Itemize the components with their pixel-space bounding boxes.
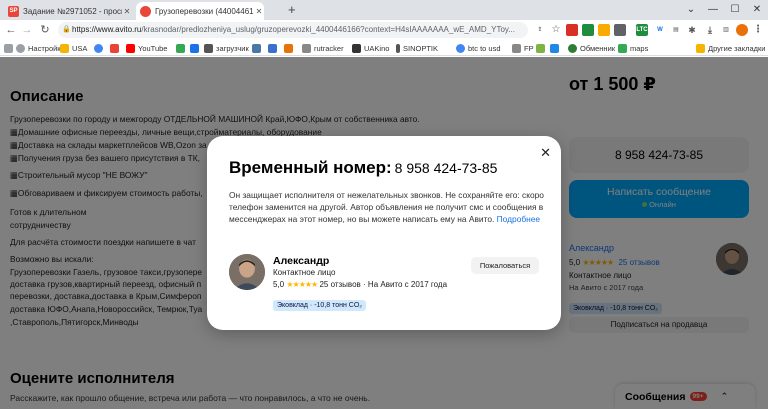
- tab-title: Грузоперевозки (4400446166): [155, 6, 254, 16]
- uakino-icon: [352, 43, 361, 53]
- modal-seller-name[interactable]: Александр: [273, 255, 329, 267]
- new-tab-button[interactable]: +: [288, 2, 296, 17]
- temporary-phone-number[interactable]: 8 958 424-73-85: [395, 160, 498, 176]
- bookmark-maps[interactable]: maps: [618, 42, 648, 54]
- bookmark-star-icon[interactable]: ☆: [550, 24, 562, 36]
- maximize-icon[interactable]: ☐: [724, 0, 746, 20]
- folder-icon: [696, 43, 705, 53]
- bookmark-icon: [110, 43, 119, 53]
- fp-icon: [512, 43, 521, 53]
- forward-icon[interactable]: →: [20, 22, 34, 38]
- seller-avatar[interactable]: [229, 254, 265, 290]
- sinoptik-icon: [396, 43, 400, 53]
- url-host: https://www.avito.ru: [72, 25, 142, 34]
- extension-translate-icon[interactable]: W: [654, 24, 666, 36]
- bookmark-settings[interactable]: Настройки: [16, 42, 65, 54]
- google-icon: [456, 43, 465, 53]
- bookmark-icon: [536, 43, 545, 53]
- modal-title: Временный номер: 8 958 424-73-85: [229, 158, 497, 178]
- menu-dots-icon[interactable]: ⋮: [752, 24, 764, 36]
- reviews-count[interactable]: 25 отзывов: [319, 280, 360, 289]
- bookmark-sinoptik[interactable]: SINOPTIK: [396, 42, 438, 54]
- extension-green-icon[interactable]: [582, 24, 594, 36]
- bookmark-blue[interactable]: [190, 42, 202, 54]
- drive-icon: [176, 43, 185, 53]
- settings-icon: [16, 43, 25, 53]
- apps-icon[interactable]: [4, 42, 16, 54]
- bookmark-google[interactable]: [94, 42, 106, 54]
- bookmark-icon: [550, 43, 559, 53]
- tab-close-icon[interactable]: ✕: [254, 7, 264, 16]
- bookmark-other[interactable]: Другие закладки: [696, 42, 765, 54]
- more-link[interactable]: Подробнее: [497, 214, 540, 224]
- loader-icon: [204, 43, 213, 53]
- sp-favicon-icon: SP: [8, 5, 19, 17]
- extension-box-icon[interactable]: [614, 24, 626, 36]
- url-path: /krasnodar/predlozheniya_uslug/gruzopere…: [141, 25, 515, 34]
- tab-other[interactable]: [268, 2, 276, 20]
- bookmark-usa[interactable]: USA: [60, 42, 87, 54]
- vk-icon: [252, 43, 261, 53]
- bookmark-vk[interactable]: [252, 42, 264, 54]
- rating-stars-icon: ★★★★★: [286, 280, 318, 289]
- bookmark-ext1[interactable]: [536, 42, 548, 54]
- maps-icon: [618, 43, 627, 53]
- address-bar[interactable]: 🔒 https://www.avito.ru/krasnodar/predloz…: [58, 22, 528, 38]
- bookmark-drive[interactable]: [176, 42, 188, 54]
- avito-favicon-icon: [140, 5, 151, 17]
- extension-pdf-icon[interactable]: [566, 24, 578, 36]
- reload-icon[interactable]: ↻: [38, 22, 52, 38]
- bookmark-uakino[interactable]: UAKino: [352, 42, 389, 54]
- eco-badge: Эковклад · -10,8 тонн CO₂: [273, 294, 367, 312]
- folder-icon: [60, 43, 69, 53]
- tab-search-icon[interactable]: ⌄: [680, 0, 702, 20]
- close-window-icon[interactable]: ✕: [746, 0, 768, 20]
- bookmark-loader[interactable]: загрузчик: [204, 42, 249, 54]
- bookmark-ext2[interactable]: [550, 42, 562, 54]
- complain-button[interactable]: Пожаловаться: [471, 257, 539, 274]
- bookmark-exchange[interactable]: Обменник: [568, 42, 615, 54]
- bookmark-icon: [284, 43, 293, 53]
- exchange-icon: [568, 43, 577, 53]
- lock-icon: 🔒: [62, 26, 71, 33]
- back-icon[interactable]: ←: [4, 22, 18, 38]
- extension-shield-icon[interactable]: [598, 24, 610, 36]
- tab-avito[interactable]: Грузоперевозки (4400446166) ✕: [136, 2, 264, 20]
- bookmark-rutracker[interactable]: rutracker: [302, 42, 344, 54]
- browser-toolbar: ← → ↻ 🔒 https://www.avito.ru/krasnodar/p…: [0, 20, 768, 40]
- google-icon: [94, 43, 103, 53]
- seller-since: · На Авито с 2017 года: [363, 280, 448, 289]
- modal-title-label: Временный номер:: [229, 158, 392, 177]
- youtube-icon: [126, 43, 135, 53]
- bookmark-youtube[interactable]: YouTube: [126, 42, 167, 54]
- profile-avatar-icon[interactable]: [736, 24, 748, 36]
- temporary-number-modal: ✕ Временный номер: 8 958 424-73-85 Он защ…: [207, 136, 561, 330]
- sidepanel-icon[interactable]: ▥: [720, 24, 732, 36]
- modal-seller-rating: 5,0 ★★★★★ 25 отзывов · На Авито с 2017 г…: [273, 280, 447, 289]
- bookmark-btc[interactable]: btc to usd: [456, 42, 501, 54]
- download-icon[interactable]: ⤓: [704, 24, 716, 36]
- bookmark-fp[interactable]: FP: [512, 42, 534, 54]
- tab-task[interactable]: SP Задание №2971052 - просмотр з ✕: [4, 2, 132, 20]
- modal-seller-contact-type: Контактное лицо: [273, 268, 336, 277]
- bookmark-orange[interactable]: [284, 42, 296, 54]
- close-icon[interactable]: ✕: [540, 145, 551, 161]
- extensions-puzzle-icon[interactable]: ✱: [686, 24, 698, 36]
- bookmark-blue2[interactable]: [268, 42, 280, 54]
- modal-description: Он защищает исполнителя от нежелательных…: [229, 189, 549, 225]
- tab-close-icon[interactable]: ✕: [122, 7, 132, 16]
- bookmark-icon: [190, 43, 199, 53]
- extension-pages-icon[interactable]: ▤: [670, 24, 682, 36]
- rating-value: 5,0: [273, 280, 285, 289]
- bookmark-icon: [268, 43, 277, 53]
- tab-bar: SP Задание №2971052 - просмотр з ✕ Грузо…: [0, 0, 768, 20]
- bookmarks-bar: Настройки USA YouTube загрузчик rutracke…: [0, 40, 768, 56]
- share-icon[interactable]: ⇪: [534, 24, 546, 36]
- extension-ltc-icon[interactable]: LTC: [636, 24, 648, 36]
- rutracker-icon: [302, 43, 311, 53]
- bookmark-red[interactable]: [110, 42, 122, 54]
- minimize-icon[interactable]: —: [702, 0, 724, 20]
- tab-title: Задание №2971052 - просмотр з: [23, 6, 122, 16]
